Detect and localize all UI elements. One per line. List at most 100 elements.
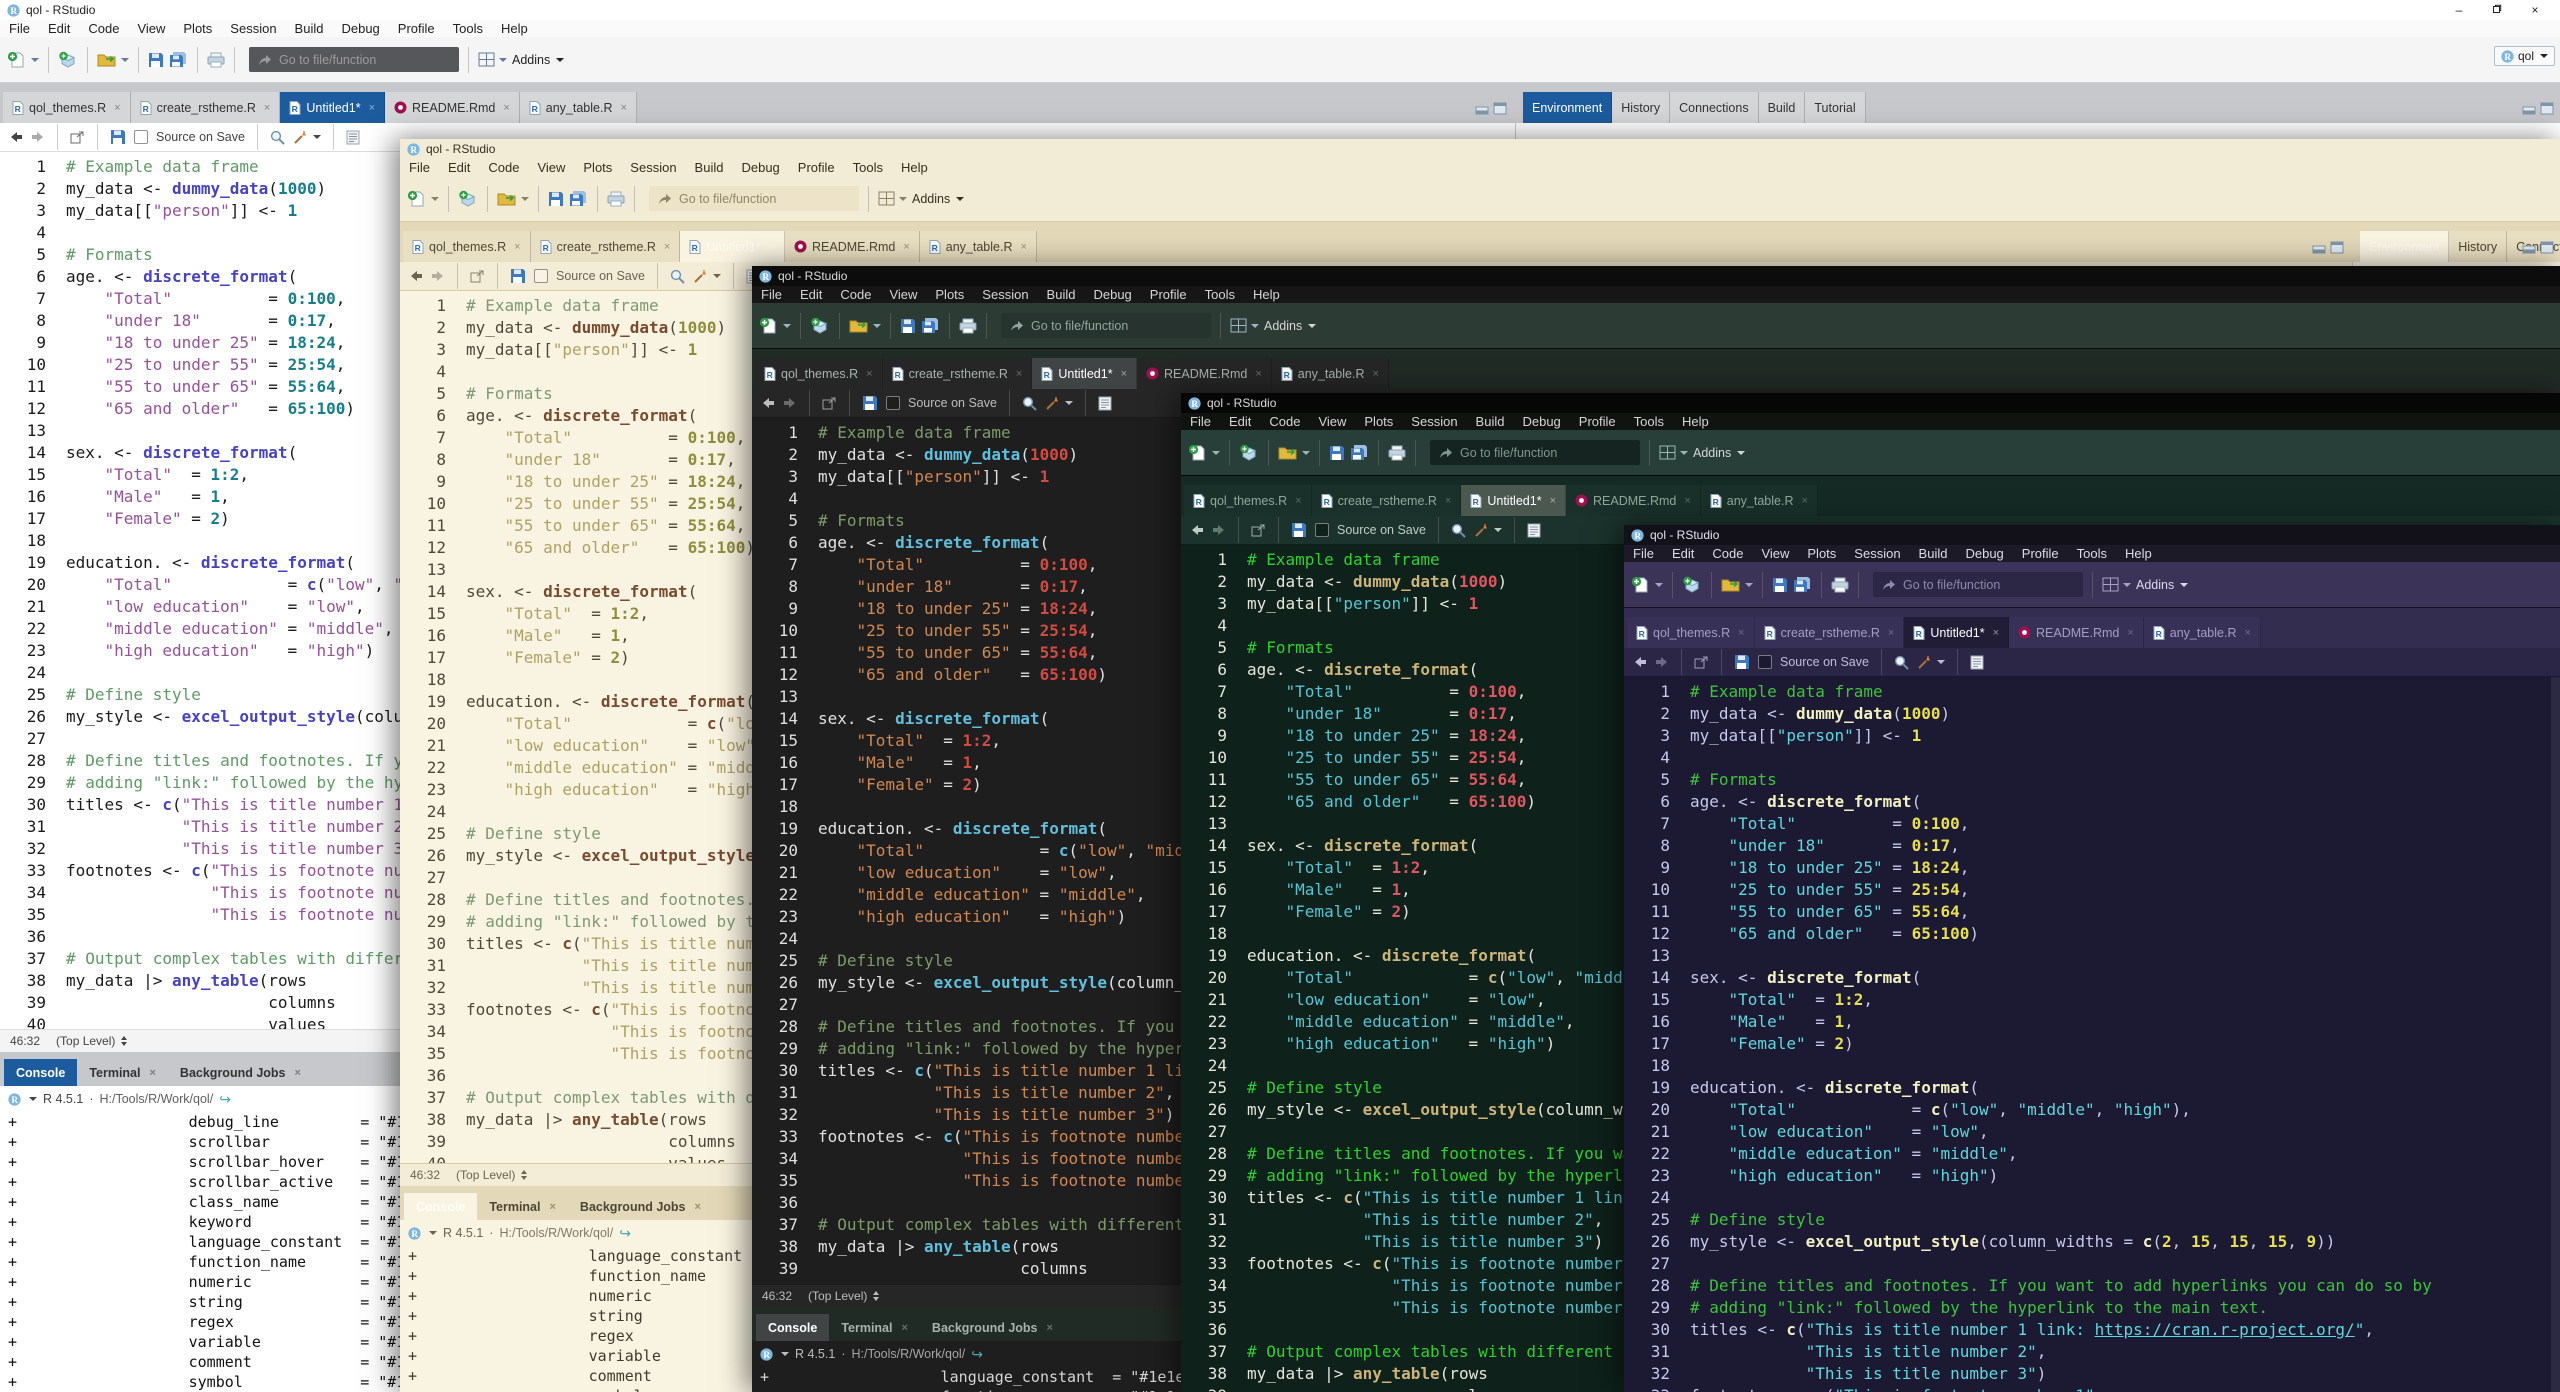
save-source-button[interactable]	[1734, 654, 1750, 670]
pane-layout-button[interactable]	[478, 52, 507, 67]
project-button[interactable]: Rqol	[2494, 46, 2555, 66]
tab-readme-rmd[interactable]: README.Rmd×	[785, 231, 920, 262]
tab-close-icon[interactable]: ×	[1121, 368, 1127, 380]
tab-close-icon[interactable]: ×	[1802, 495, 1808, 507]
tab-untitled1-[interactable]: RUntitled1*×	[1032, 358, 1137, 389]
menu-item-file[interactable]: File	[1624, 546, 1663, 561]
menu-item-debug[interactable]: Debug	[1513, 414, 1569, 429]
tab-close-icon[interactable]: ×	[369, 102, 375, 114]
goto-file-function-box[interactable]: Go to file/function	[1001, 313, 1211, 338]
tab-terminal[interactable]: Terminal×	[829, 1314, 920, 1341]
tab-close-icon[interactable]: ×	[664, 241, 670, 253]
new-file-button[interactable]	[1631, 576, 1663, 594]
tab-close-icon[interactable]: ×	[1993, 627, 1999, 639]
menu-item-session[interactable]: Session	[621, 160, 685, 175]
save-all-button[interactable]	[1793, 576, 1812, 593]
save-source-button[interactable]	[110, 129, 126, 145]
tab-terminal[interactable]: Terminal×	[477, 1193, 568, 1220]
open-in-explorer-icon[interactable]: ↪	[971, 1346, 983, 1363]
tab-untitled1-[interactable]: RUntitled1*×	[280, 92, 385, 123]
source-on-save-checkbox[interactable]	[534, 269, 548, 283]
new-file-button[interactable]	[1188, 444, 1220, 462]
tab-close-icon[interactable]: ×	[549, 1201, 555, 1213]
tab-close-icon[interactable]: ×	[1047, 1322, 1053, 1334]
tab-any-table-r[interactable]: Rany_table.R×	[520, 92, 637, 123]
menu-item-edit[interactable]: Edit	[439, 160, 479, 175]
menu-item-profile[interactable]: Profile	[1570, 414, 1625, 429]
maximize-button[interactable]	[2479, 3, 2515, 17]
addins-button[interactable]: Addins	[2136, 578, 2188, 592]
tab-qol-themes-r[interactable]: Rqol_themes.R×	[403, 231, 531, 262]
open-in-window-button[interactable]	[1251, 524, 1266, 537]
tab-environment[interactable]: Environment	[1523, 92, 1612, 123]
goto-file-function-box[interactable]: Go to file/function	[649, 186, 859, 211]
tab-any-table-r[interactable]: Rany_table.R×	[1272, 358, 1389, 389]
menu-item-session[interactable]: Session	[1845, 546, 1909, 561]
menu-item-build[interactable]: Build	[1038, 287, 1085, 302]
menu-item-view[interactable]: View	[1752, 546, 1798, 561]
pane-layout-button[interactable]	[878, 191, 907, 206]
compile-report-button[interactable]	[346, 130, 360, 145]
tab-console[interactable]: Console	[756, 1314, 829, 1341]
menu-item-plots[interactable]: Plots	[1355, 414, 1402, 429]
find-replace-button[interactable]	[270, 130, 285, 145]
tab-close-icon[interactable]: ×	[149, 1067, 155, 1079]
new-project-button[interactable]	[1239, 444, 1259, 462]
new-file-button[interactable]	[7, 51, 39, 69]
addins-button[interactable]: Addins	[1264, 319, 1316, 333]
scope-selector[interactable]: (Top Level)	[456, 1168, 528, 1182]
menu-item-view[interactable]: View	[528, 160, 574, 175]
tab-background-jobs[interactable]: Background Jobs×	[920, 1314, 1065, 1341]
forward-button[interactable]	[431, 270, 445, 282]
menu-item-help[interactable]: Help	[492, 21, 537, 36]
tab-readme-rmd[interactable]: README.Rmd×	[1137, 358, 1272, 389]
open-in-window-button[interactable]	[470, 270, 485, 283]
menu-item-tools[interactable]: Tools	[844, 160, 892, 175]
close-button[interactable]: ×	[2517, 3, 2553, 17]
new-project-button[interactable]	[458, 190, 478, 208]
source-on-save-checkbox[interactable]	[134, 130, 148, 144]
menu-item-view[interactable]: View	[880, 287, 926, 302]
open-file-button[interactable]	[1721, 577, 1753, 593]
tab-close-icon[interactable]: ×	[1550, 495, 1556, 507]
menu-item-code[interactable]: Code	[479, 160, 528, 175]
tab-any-table-r[interactable]: Rany_table.R×	[2144, 617, 2261, 648]
menu-item-view[interactable]: View	[1309, 414, 1355, 429]
tab-close-icon[interactable]: ×	[866, 368, 872, 380]
tab-close-icon[interactable]: ×	[1295, 495, 1301, 507]
compile-report-button[interactable]	[1527, 523, 1541, 538]
save-button[interactable]	[1772, 577, 1788, 593]
menu-item-help[interactable]: Help	[892, 160, 937, 175]
menu-item-help[interactable]: Help	[1244, 287, 1289, 302]
menu-item-session[interactable]: Session	[1402, 414, 1466, 429]
goto-file-function-box[interactable]: Go to file/function	[1873, 572, 2083, 597]
code-lines[interactable]: # Example data framemy_data <- dummy_dat…	[1680, 677, 2560, 1392]
addins-button[interactable]: Addins	[512, 53, 564, 67]
back-button[interactable]	[1633, 656, 1647, 668]
forward-button[interactable]	[1212, 524, 1226, 536]
tab-close-icon[interactable]: ×	[903, 241, 909, 253]
menu-item-build[interactable]: Build	[1910, 546, 1957, 561]
tab-qol-themes-r[interactable]: Rqol_themes.R×	[755, 358, 883, 389]
addins-button[interactable]: Addins	[1693, 446, 1745, 460]
menu-item-session[interactable]: Session	[973, 287, 1037, 302]
source-on-save-checkbox[interactable]	[1758, 655, 1772, 669]
menu-item-plots[interactable]: Plots	[174, 21, 221, 36]
menu-item-debug[interactable]: Debug	[732, 160, 788, 175]
pane-layout-button[interactable]	[1230, 318, 1259, 333]
menu-item-tools[interactable]: Tools	[444, 21, 492, 36]
tab-create-rstheme-r[interactable]: Rcreate_rstheme.R×	[1755, 617, 1905, 648]
tab-close-icon[interactable]: ×	[114, 102, 120, 114]
code-tools-button[interactable]	[1917, 655, 1945, 670]
tab-any-table-r[interactable]: Rany_table.R×	[920, 231, 1037, 262]
new-project-button[interactable]	[58, 51, 78, 69]
save-source-button[interactable]	[510, 268, 526, 284]
menu-item-code[interactable]: Code	[831, 287, 880, 302]
print-button[interactable]	[959, 318, 977, 334]
tab-environment[interactable]: Environment	[2360, 231, 2449, 262]
tab-close-icon[interactable]: ×	[503, 102, 509, 114]
tab-untitled1-[interactable]: RUntitled1*×	[1461, 485, 1566, 516]
menu-item-view[interactable]: View	[128, 21, 174, 36]
back-button[interactable]	[1190, 524, 1204, 536]
menu-item-edit[interactable]: Edit	[1220, 414, 1260, 429]
